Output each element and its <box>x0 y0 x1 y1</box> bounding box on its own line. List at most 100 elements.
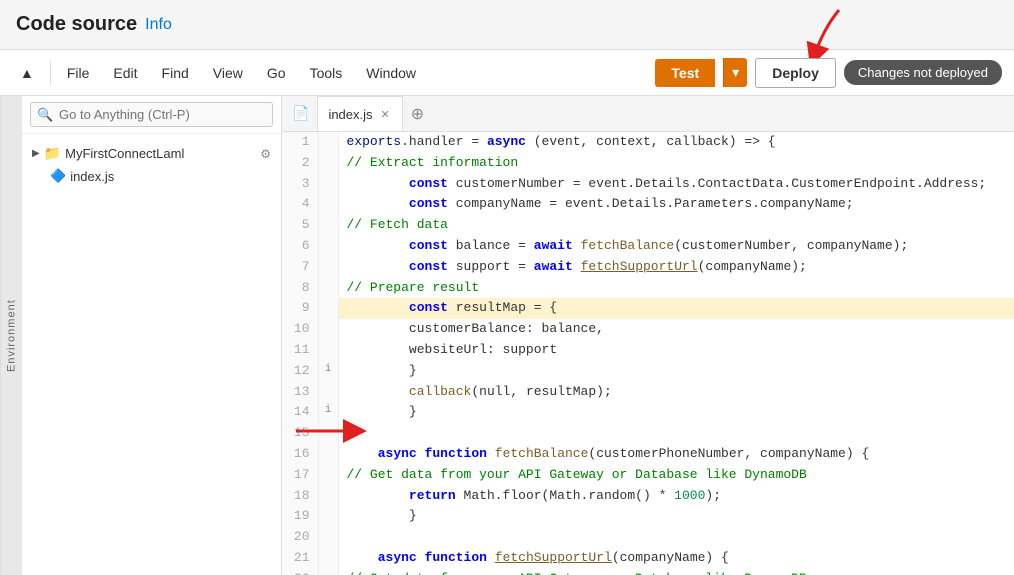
environment-sidebar-label: Environment <box>0 96 22 575</box>
table-row: 4 const companyName = event.Details.Para… <box>282 194 1014 215</box>
search-bar: 🔍 <box>22 96 281 134</box>
folder-icon: 📁 <box>44 145 61 162</box>
line-gutter <box>318 236 338 257</box>
project-folder-item[interactable]: ▶ 📁 MyFirstConnectLaml ⚙ <box>26 142 277 165</box>
collapse-button[interactable]: ▲ <box>12 61 42 85</box>
menu-tools[interactable]: Tools <box>302 61 351 85</box>
line-code: exports.handler = async (event, context,… <box>338 132 1014 153</box>
tab-close-button[interactable]: ✕ <box>379 108 392 121</box>
line-number: 4 <box>282 194 318 215</box>
line-code: } <box>338 506 1014 527</box>
line-number: 22 <box>282 569 318 575</box>
line-code: } <box>338 402 1014 423</box>
table-row: 13 callback(null, resultMap); <box>282 382 1014 403</box>
tab-list-button[interactable]: 📄 <box>286 101 315 126</box>
line-gutter <box>318 215 338 236</box>
line-code: // Get data from your API Gateway or Dat… <box>338 569 1014 575</box>
line-code: const support = await fetchSupportUrl(co… <box>338 257 1014 278</box>
search-input[interactable] <box>30 102 273 127</box>
info-link[interactable]: Info <box>145 16 172 34</box>
line-number: 3 <box>282 174 318 195</box>
line-gutter: i <box>318 402 338 423</box>
tab-label: index.js <box>328 107 372 122</box>
menu-edit[interactable]: Edit <box>105 61 145 85</box>
menu-file[interactable]: File <box>59 61 98 85</box>
table-row: 5 // Fetch data <box>282 215 1014 236</box>
line-code: return Math.floor(Math.random() * 1000); <box>338 486 1014 507</box>
code-table: 1 exports.handler = async (event, contex… <box>282 132 1014 575</box>
main-layout: Environment 🔍 ▶ 📁 MyFirstConnectLaml ⚙ 🔷… <box>0 96 1014 575</box>
gear-icon[interactable]: ⚙ <box>260 147 271 161</box>
table-row: 15 <box>282 423 1014 444</box>
file-tree-panel: 🔍 ▶ 📁 MyFirstConnectLaml ⚙ 🔷 index.js <box>22 96 282 575</box>
line-gutter <box>318 527 338 548</box>
menu-window[interactable]: Window <box>358 61 424 85</box>
table-row: 12 i } <box>282 361 1014 382</box>
line-number: 10 <box>282 319 318 340</box>
line-code <box>338 423 1014 444</box>
file-name-label: index.js <box>70 169 114 184</box>
project-name-label: MyFirstConnectLaml <box>65 146 184 161</box>
tab-indexjs[interactable]: index.js ✕ <box>317 96 402 131</box>
table-row: 14 i } <box>282 402 1014 423</box>
line-code: const customerNumber = event.Details.Con… <box>338 174 1014 195</box>
line-gutter <box>318 132 338 153</box>
editor-area: 📄 index.js ✕ ⊕ <box>282 96 1014 575</box>
code-container[interactable]: 1 exports.handler = async (event, contex… <box>282 132 1014 575</box>
line-gutter <box>318 569 338 575</box>
title-bar: Code source Info <box>0 0 1014 50</box>
table-row: 1 exports.handler = async (event, contex… <box>282 132 1014 153</box>
table-row: 20 <box>282 527 1014 548</box>
line-number: 16 <box>282 444 318 465</box>
line-gutter <box>318 257 338 278</box>
line-code: const resultMap = { <box>338 298 1014 319</box>
table-row: 8 // Prepare result <box>282 278 1014 299</box>
file-item-indexjs[interactable]: 🔷 index.js <box>26 165 277 187</box>
line-gutter <box>318 506 338 527</box>
test-dropdown-button[interactable]: ▾ <box>723 58 747 87</box>
test-button[interactable]: Test <box>655 59 715 87</box>
menu-find[interactable]: Find <box>154 61 197 85</box>
line-number: 14 <box>282 402 318 423</box>
line-number: 18 <box>282 486 318 507</box>
menu-view[interactable]: View <box>205 61 251 85</box>
line-code <box>338 527 1014 548</box>
table-row: 7 const support = await fetchSupportUrl(… <box>282 257 1014 278</box>
toolbar: ▲ File Edit Find View Go Tools Window Te… <box>0 50 1014 96</box>
line-gutter <box>318 444 338 465</box>
file-icon: 🔷 <box>50 168 66 184</box>
line-number: 19 <box>282 506 318 527</box>
line-number: 6 <box>282 236 318 257</box>
line-code: customerBalance: balance, <box>338 319 1014 340</box>
line-number: 2 <box>282 153 318 174</box>
line-gutter <box>318 486 338 507</box>
line-number: 20 <box>282 527 318 548</box>
add-tab-button[interactable]: ⊕ <box>405 104 430 124</box>
line-number: 12 <box>282 361 318 382</box>
line-code: async function fetchSupportUrl(companyNa… <box>338 548 1014 569</box>
line-gutter <box>318 298 338 319</box>
deploy-button[interactable]: Deploy <box>755 58 836 88</box>
line-code: const balance = await fetchBalance(custo… <box>338 236 1014 257</box>
line-gutter <box>318 194 338 215</box>
line-code: websiteUrl: support <box>338 340 1014 361</box>
caret-icon: ▶ <box>32 148 40 159</box>
line-number: 13 <box>282 382 318 403</box>
table-row: 22 // Get data from your API Gateway or … <box>282 569 1014 575</box>
tree-content: ▶ 📁 MyFirstConnectLaml ⚙ 🔷 index.js <box>22 134 281 195</box>
table-row: 17 // Get data from your API Gateway or … <box>282 465 1014 486</box>
line-gutter <box>318 340 338 361</box>
table-row: 16 async function fetchBalance(customerP… <box>282 444 1014 465</box>
table-row: 19 } <box>282 506 1014 527</box>
line-number: 5 <box>282 215 318 236</box>
not-deployed-badge: Changes not deployed <box>844 60 1002 85</box>
page-title: Code source <box>16 13 137 36</box>
search-icon: 🔍 <box>37 107 53 123</box>
line-gutter <box>318 174 338 195</box>
table-row: 6 const balance = await fetchBalance(cus… <box>282 236 1014 257</box>
line-code: // Prepare result <box>338 278 1014 299</box>
line-gutter: i <box>318 361 338 382</box>
line-gutter <box>318 548 338 569</box>
menu-go[interactable]: Go <box>259 61 294 85</box>
line-number: 7 <box>282 257 318 278</box>
